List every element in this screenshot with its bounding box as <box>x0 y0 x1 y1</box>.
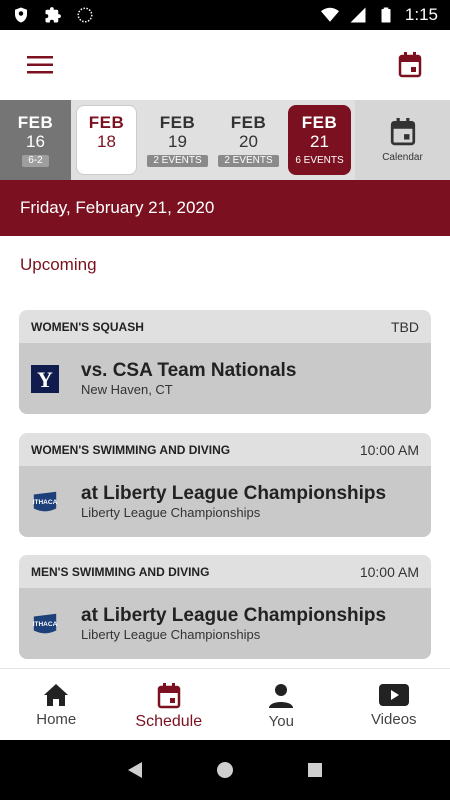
status-bar: 1:15 <box>0 0 450 30</box>
calendar-icon <box>157 683 180 709</box>
event-card[interactable]: WOMEN'S SWIMMING AND DIVING 10:00 AM ITH… <box>19 433 431 537</box>
date-day: 20 <box>239 132 258 151</box>
date-strip: FEB 16 6-2 FEB 18 FEB 19 2 EVENTS FEB 20… <box>0 100 450 180</box>
event-card-body: ITHACA at Liberty League Championships L… <box>19 588 431 659</box>
home-system-button[interactable] <box>213 758 237 782</box>
nav-label: Home <box>36 711 77 728</box>
bottom-nav: Home Schedule You Videos <box>0 668 450 740</box>
event-sport: WOMEN'S SWIMMING AND DIVING <box>31 442 231 457</box>
date-tab-feb-21[interactable]: FEB 21 6 EVENTS <box>284 100 355 180</box>
home-icon <box>44 684 69 706</box>
date-day: 18 <box>97 132 116 151</box>
date-month: FEB <box>88 113 125 132</box>
open-calendar-button[interactable]: Calendar <box>355 100 450 180</box>
event-card-header: WOMEN'S SQUASH TBD <box>19 310 431 343</box>
nav-schedule[interactable]: Schedule <box>113 669 226 740</box>
event-card-header: MEN'S SWIMMING AND DIVING 10:00 AM <box>19 555 431 588</box>
nav-label: You <box>268 713 294 730</box>
section-title: Upcoming <box>20 255 97 274</box>
date-day: 21 <box>310 132 329 151</box>
date-badge: 2 EVENTS <box>218 155 279 167</box>
event-title: vs. CSA Team Nationals <box>81 359 297 381</box>
event-location: Liberty League Championships <box>81 626 261 642</box>
svg-text:ITHACA: ITHACA <box>33 620 58 627</box>
circle-icon <box>217 762 233 778</box>
event-card[interactable]: WOMEN'S SQUASH TBD Y vs. CSA Team Nation… <box>19 310 431 414</box>
person-icon <box>269 684 294 708</box>
calendar-icon <box>390 117 415 145</box>
event-card-header: WOMEN'S SWIMMING AND DIVING 10:00 AM <box>19 433 431 466</box>
back-button[interactable] <box>123 758 147 782</box>
calendar-label: Calendar <box>382 151 423 163</box>
nav-you[interactable]: You <box>225 669 338 740</box>
calendar-button[interactable] <box>390 45 430 85</box>
event-sport: MEN'S SWIMMING AND DIVING <box>31 564 210 579</box>
system-nav-bar <box>0 740 450 800</box>
calendar-icon <box>398 52 422 78</box>
event-sport: WOMEN'S SQUASH <box>31 319 144 334</box>
app-bar <box>0 30 450 100</box>
hamburger-icon <box>27 56 53 74</box>
event-time: 10:00 AM <box>359 563 419 580</box>
back-icon <box>128 762 142 778</box>
date-badge: 6 EVENTS <box>295 155 344 166</box>
event-card-body: ITHACA at Liberty League Championships L… <box>19 466 431 537</box>
event-card[interactable]: MEN'S SWIMMING AND DIVING 10:00 AM ITHAC… <box>19 555 431 659</box>
event-title: at Liberty League Championships <box>81 482 387 504</box>
square-icon <box>308 763 322 777</box>
wifi-icon <box>320 7 339 22</box>
puzzle-icon <box>45 7 61 23</box>
date-day: 16 <box>26 132 45 151</box>
svg-text:ITHACA: ITHACA <box>33 498 58 505</box>
date-month: FEB <box>159 113 196 132</box>
selected-date-header: Friday, February 21, 2020 <box>0 180 450 236</box>
battery-icon <box>381 7 391 23</box>
recents-button[interactable] <box>303 758 327 782</box>
nav-videos[interactable]: Videos <box>338 669 450 740</box>
date-badge: 2 EVENTS <box>147 155 208 167</box>
menu-button[interactable] <box>20 45 60 85</box>
shield-icon <box>15 7 27 23</box>
date-month: FEB <box>230 113 267 132</box>
date-badge: 6-2 <box>22 155 49 167</box>
yale-logo-icon: Y <box>31 364 59 393</box>
date-month: FEB <box>17 113 54 132</box>
event-location: New Haven, CT <box>81 381 173 397</box>
video-icon <box>378 684 409 706</box>
date-tab-feb-20[interactable]: FEB 20 2 EVENTS <box>213 100 284 180</box>
svg-text:Y: Y <box>37 367 53 392</box>
ithaca-logo-icon: ITHACA <box>31 610 59 638</box>
signal-icon <box>350 7 366 23</box>
ithaca-logo-icon: ITHACA <box>31 488 59 516</box>
date-tab-feb-19[interactable]: FEB 19 2 EVENTS <box>142 100 213 180</box>
date-tab-feb-16[interactable]: FEB 16 6-2 <box>0 100 71 180</box>
event-time: TBD <box>391 318 419 335</box>
event-location: Liberty League Championships <box>81 504 261 520</box>
event-list[interactable]: Upcoming WOMEN'S SQUASH TBD Y vs. CSA Te… <box>0 236 450 668</box>
event-card-body: Y vs. CSA Team Nationals New Haven, CT <box>19 343 431 414</box>
sync-icon <box>77 7 93 23</box>
nav-home[interactable]: Home <box>0 669 113 740</box>
nav-label: Videos <box>370 711 417 728</box>
nav-label: Schedule <box>135 713 203 730</box>
status-time: 1:15 <box>404 5 438 24</box>
date-tab-feb-18[interactable]: FEB 18 <box>71 100 142 180</box>
event-title: at Liberty League Championships <box>81 604 387 626</box>
date-month: FEB <box>301 113 338 132</box>
date-day: 19 <box>168 132 187 151</box>
event-time: 10:00 AM <box>359 441 419 458</box>
